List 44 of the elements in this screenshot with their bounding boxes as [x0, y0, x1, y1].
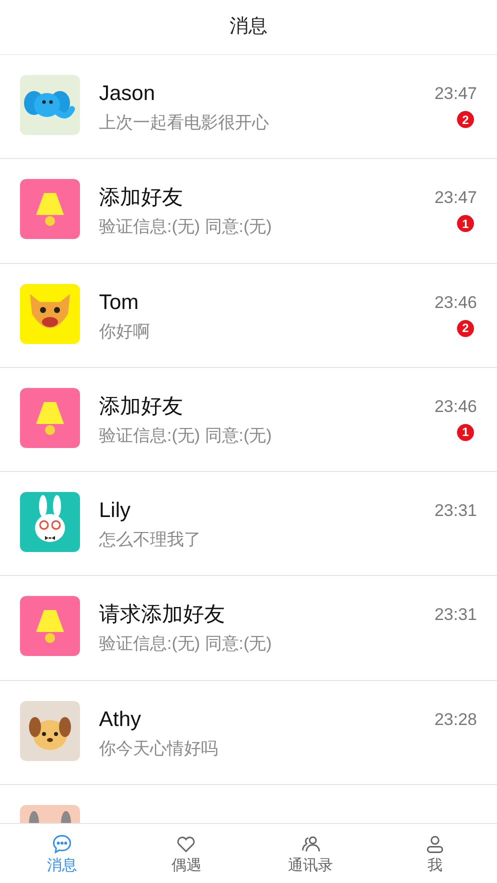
dog-avatar-icon — [20, 700, 80, 761]
tab-item[interactable]: 通讯录 — [248, 824, 373, 883]
message-time: 23:46 — [434, 396, 477, 418]
conversation-item[interactable]: Jason 上次一起看电影很开心 23:47 2 — [0, 55, 497, 160]
conversation-item[interactable]: Lily 怎么不理我了 23:31 — [0, 472, 497, 576]
chat-bubble-icon — [51, 832, 74, 854]
rabbit-avatar-icon — [20, 492, 80, 552]
message-time: 23:47 — [434, 187, 477, 210]
unread-badge: 1 — [457, 215, 474, 232]
message-preview: 验证信息:(无) 同意:(无) — [99, 424, 273, 447]
message-preview: 你今天心情好吗 — [99, 738, 219, 760]
message-preview: 你好啊 — [99, 320, 151, 343]
contact-name: Athy — [99, 706, 142, 733]
lamp-avatar-icon — [20, 179, 80, 240]
message-preview: 验证信息:(无) 同意:(无) — [99, 633, 273, 656]
lamp-avatar-icon — [20, 596, 80, 656]
contact-name: 请求添加好友 — [99, 602, 226, 628]
contact-name: Lily — [99, 498, 132, 524]
tab-item[interactable]: 我 — [372, 824, 497, 883]
contact-name: Jason — [99, 81, 156, 107]
leopard-avatar-icon — [20, 284, 80, 344]
message-time: 23:46 — [434, 292, 477, 314]
contact-name: 添加好友 — [99, 394, 184, 420]
conversation-item[interactable]: 添加好友 验证信息:(无) 同意:(无) 23:47 1 — [0, 159, 497, 264]
message-preview: 怎么不理我了 — [99, 529, 202, 552]
lamp-avatar-icon — [20, 388, 80, 448]
conversation-item[interactable]: Tom 你好啊 23:46 2 — [0, 264, 497, 368]
message-time: 23:31 — [434, 500, 477, 522]
header-title: 消息 — [230, 14, 268, 39]
message-preview: 上次一起看电影很开心 — [99, 112, 270, 134]
unread-badge: 1 — [457, 424, 474, 441]
tab-item[interactable]: 偶遇 — [124, 824, 248, 883]
unread-badge: 2 — [457, 111, 474, 128]
elephant-avatar-icon — [20, 75, 80, 135]
message-preview: 验证信息:(无) 同意:(无) — [99, 216, 273, 238]
message-time: 23:47 — [434, 83, 477, 105]
contact-name: 添加好友 — [99, 185, 184, 212]
message-time: 23:28 — [434, 708, 477, 731]
conversation-item[interactable]: Athy 你今天心情好吗 23:28 — [0, 680, 497, 786]
message-time: 23:31 — [434, 604, 477, 626]
contact-name: Tom — [99, 290, 140, 316]
conversation-item[interactable]: 添加好友 验证信息:(无) 同意:(无) 23:46 1 — [0, 368, 497, 472]
conversation-item[interactable]: 请求添加好友 验证信息:(无) 同意:(无) 23:31 — [0, 576, 497, 681]
unread-badge: 2 — [457, 320, 474, 337]
